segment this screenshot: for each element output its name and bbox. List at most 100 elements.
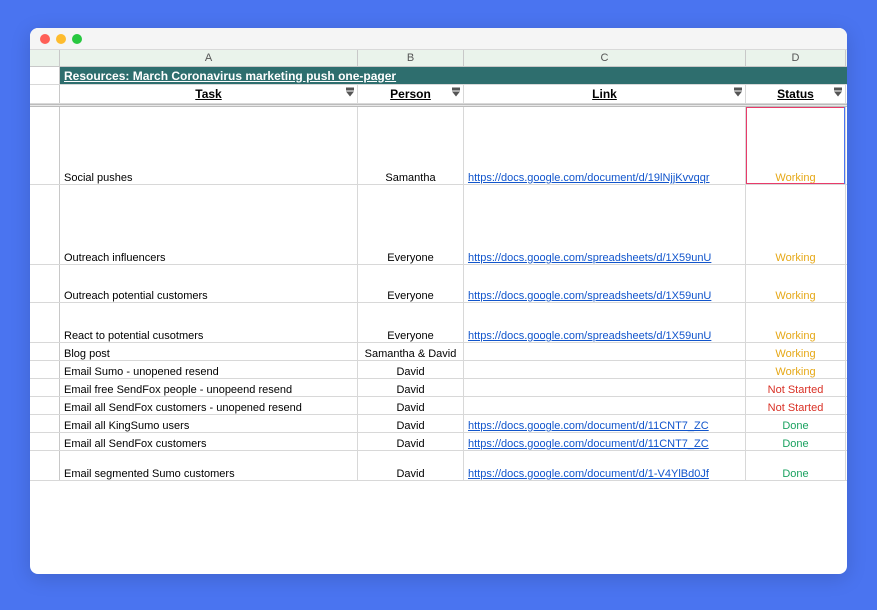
- cell-task[interactable]: Email all KingSumo users: [60, 415, 358, 432]
- table-row[interactable]: Blog post Samantha & David Working: [30, 343, 847, 361]
- link-anchor[interactable]: https://docs.google.com/document/d/11CNT…: [468, 438, 709, 450]
- cell-link[interactable]: https://docs.google.com/document/d/19lNj…: [464, 107, 746, 184]
- cell-task[interactable]: Outreach potential customers: [60, 265, 358, 302]
- filter-icon[interactable]: [834, 92, 842, 97]
- link-anchor[interactable]: https://docs.google.com/document/d/19lNj…: [468, 172, 710, 184]
- cell-link[interactable]: https://docs.google.com/document/d/1-V4Y…: [464, 451, 746, 480]
- cell-link[interactable]: https://docs.google.com/spreadsheets/d/1…: [464, 185, 746, 264]
- link-anchor[interactable]: https://docs.google.com/spreadsheets/d/1…: [468, 252, 711, 264]
- cell-task[interactable]: Email segmented Sumo customers: [60, 451, 358, 480]
- cell-person[interactable]: Everyone: [358, 185, 464, 264]
- table-row[interactable]: Outreach potential customers Everyone http…: [30, 265, 847, 303]
- sheet-title-cell[interactable]: Resources: March Coronavirus marketing p…: [60, 67, 846, 84]
- cell-task[interactable]: Email all SendFox customers - unopened r…: [60, 397, 358, 414]
- header-task[interactable]: Task: [60, 85, 358, 103]
- filter-icon[interactable]: [734, 92, 742, 97]
- task-text: Outreach potential customers: [64, 290, 208, 302]
- cell-person[interactable]: Everyone: [358, 303, 464, 342]
- column-header-A[interactable]: A: [60, 50, 358, 66]
- window-titlebar: [30, 28, 847, 50]
- task-text: Email Sumo - unopened resend: [64, 366, 219, 378]
- cell-status[interactable]: Working: [746, 361, 846, 378]
- table-row[interactable]: Email all SendFox customers David https://…: [30, 433, 847, 451]
- status-text: Working: [775, 172, 815, 184]
- maximize-icon[interactable]: [72, 34, 82, 44]
- close-icon[interactable]: [40, 34, 50, 44]
- link-anchor[interactable]: https://docs.google.com/document/d/11CNT…: [468, 420, 709, 432]
- table-row[interactable]: Email all SendFox customers - unopened r…: [30, 397, 847, 415]
- table-row[interactable]: Social pushesSamantha https://docs.google…: [30, 107, 847, 185]
- cell-status[interactable]: Done: [746, 451, 846, 480]
- column-header-D[interactable]: D: [746, 50, 846, 66]
- task-text: React to potential cusotmers: [64, 330, 203, 342]
- table-row[interactable]: Outreach influencers Everyone https://docs…: [30, 185, 847, 265]
- column-header-B[interactable]: B: [358, 50, 464, 66]
- link-anchor[interactable]: https://docs.google.com/spreadsheets/d/1…: [468, 330, 711, 342]
- cell-status[interactable]: Working: [746, 343, 846, 360]
- cell-person[interactable]: Samantha & David: [358, 343, 464, 360]
- header-person[interactable]: Person: [358, 85, 464, 103]
- cell-link[interactable]: [464, 343, 746, 360]
- cell-status[interactable]: Working: [746, 185, 846, 264]
- table-row[interactable]: Email segmented Sumo customers David https…: [30, 451, 847, 481]
- person-text: David: [396, 468, 424, 480]
- table-row[interactable]: React to potential cusotmers Everyone http…: [30, 303, 847, 343]
- person-text: David: [396, 384, 424, 396]
- cell-person[interactable]: David: [358, 361, 464, 378]
- cell-link[interactable]: [464, 379, 746, 396]
- status-text: Done: [782, 438, 808, 450]
- status-text: Done: [782, 420, 808, 432]
- cell-status[interactable]: Done: [746, 433, 846, 450]
- table-row[interactable]: Email all KingSumo users David https://doc…: [30, 415, 847, 433]
- cell-person[interactable]: David: [358, 379, 464, 396]
- cell-status[interactable]: Working: [746, 265, 846, 302]
- cell-task[interactable]: React to potential cusotmers: [60, 303, 358, 342]
- cell-link[interactable]: https://docs.google.com/spreadsheets/d/1…: [464, 303, 746, 342]
- filter-icon[interactable]: [346, 92, 354, 97]
- cell-task[interactable]: Email Sumo - unopened resend: [60, 361, 358, 378]
- cell-status[interactable]: Working: [746, 303, 846, 342]
- task-text: Blog post: [64, 348, 110, 360]
- cell-link[interactable]: https://docs.google.com/document/d/11CNT…: [464, 433, 746, 450]
- table-row[interactable]: Email Sumo - unopened resend David Working: [30, 361, 847, 379]
- cell-person[interactable]: David: [358, 451, 464, 480]
- status-text: Not Started: [768, 402, 824, 414]
- cell-task[interactable]: Email free SendFox people - unopeend res…: [60, 379, 358, 396]
- table-row[interactable]: Email free SendFox people - unopeend res…: [30, 379, 847, 397]
- header-status[interactable]: Status: [746, 85, 846, 103]
- minimize-icon[interactable]: [56, 34, 66, 44]
- sheet-title-row[interactable]: Resources: March Coronavirus marketing p…: [30, 67, 847, 85]
- person-text: Everyone: [387, 290, 433, 302]
- cell-status[interactable]: Not Started: [746, 379, 846, 396]
- cell-task[interactable]: Blog post: [60, 343, 358, 360]
- link-anchor[interactable]: https://docs.google.com/document/d/1-V4Y…: [468, 468, 709, 480]
- filter-icon[interactable]: [452, 92, 460, 97]
- column-header-C[interactable]: C: [464, 50, 746, 66]
- cell-person[interactable]: David: [358, 415, 464, 432]
- link-anchor[interactable]: https://docs.google.com/spreadsheets/d/1…: [468, 290, 711, 302]
- cell-person[interactable]: David: [358, 433, 464, 450]
- cell-link[interactable]: https://docs.google.com/spreadsheets/d/1…: [464, 265, 746, 302]
- cell-link[interactable]: [464, 397, 746, 414]
- cell-status[interactable]: Working: [746, 107, 846, 184]
- person-text: Everyone: [387, 252, 433, 264]
- status-text: Not Started: [768, 384, 824, 396]
- cell-task[interactable]: Email all SendFox customers: [60, 433, 358, 450]
- cell-link[interactable]: [464, 361, 746, 378]
- person-text: David: [396, 420, 424, 432]
- cell-status[interactable]: Done: [746, 415, 846, 432]
- cell-link[interactable]: https://docs.google.com/document/d/11CNT…: [464, 415, 746, 432]
- cell-task[interactable]: Social pushes: [60, 107, 358, 184]
- select-all-corner[interactable]: [30, 50, 60, 66]
- person-text: David: [396, 402, 424, 414]
- cell-person[interactable]: Everyone: [358, 265, 464, 302]
- task-text: Email all SendFox customers - unopened r…: [64, 402, 302, 414]
- cell-person[interactable]: David: [358, 397, 464, 414]
- status-text: Done: [782, 468, 808, 480]
- task-text: Email all SendFox customers: [64, 438, 206, 450]
- cell-person[interactable]: Samantha: [358, 107, 464, 184]
- cell-status[interactable]: Not Started: [746, 397, 846, 414]
- cell-task[interactable]: Outreach influencers: [60, 185, 358, 264]
- header-link[interactable]: Link: [464, 85, 746, 103]
- status-text: Working: [775, 330, 815, 342]
